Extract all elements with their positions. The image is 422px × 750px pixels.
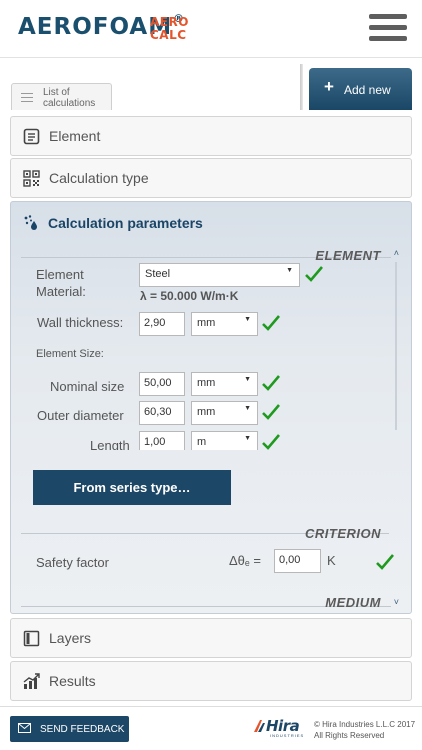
element-material-label: Element Material:: [36, 267, 86, 299]
drops-icon: [24, 215, 37, 230]
chevron-down-icon[interactable]: ˅: [394, 597, 399, 607]
section-calculation-type-label: Calculation type: [49, 170, 149, 186]
wall-thickness-input[interactable]: 2,90: [139, 312, 185, 336]
send-feedback-label: SEND FEEDBACK: [40, 724, 125, 735]
criterion-section-title: CRITERION: [305, 526, 381, 541]
outer-diameter-input[interactable]: 60,30: [139, 401, 185, 425]
app-header: AEROFOAM® AERO CALC: [0, 0, 422, 58]
footer-divider: [0, 706, 422, 707]
nominal-size-input[interactable]: 50,00: [139, 372, 185, 396]
length-unit-value: m: [197, 436, 207, 448]
length-input[interactable]: 1,00: [139, 431, 185, 450]
outer-diameter-unit-value: mm: [197, 406, 216, 418]
qr-grid-icon: [23, 170, 40, 187]
dropdown-arrow-icon: ▼: [286, 267, 293, 274]
nominal-size-label: Nominal size: [50, 379, 125, 394]
section-results-label: Results: [49, 673, 96, 689]
hira-industries-logo: Hira INDUSTRIES: [253, 717, 309, 741]
outer-diameter-label: Outer diameter: [37, 408, 124, 423]
dropdown-arrow-icon: ▼: [244, 376, 251, 383]
delta-theta-input[interactable]: 0,00: [274, 549, 321, 573]
nominal-size-unit-select[interactable]: mm ▼: [191, 372, 258, 396]
wall-thickness-unit-value: mm: [197, 317, 216, 329]
length-label: Length: [90, 438, 130, 450]
element-material-select[interactable]: Steel ▼: [139, 263, 300, 287]
checkmark-icon: [305, 266, 323, 282]
document-icon: [23, 128, 40, 145]
section-results[interactable]: Results: [10, 661, 412, 701]
envelope-icon: [18, 723, 31, 733]
checkmark-icon: [262, 315, 280, 331]
send-feedback-button[interactable]: SEND FEEDBACK: [10, 716, 129, 742]
length-unit-select[interactable]: m ▼: [191, 431, 258, 450]
calculation-parameters-title: Calculation parameters: [48, 215, 203, 231]
medium-section-title: MEDIUM: [325, 595, 381, 610]
checkmark-icon: [262, 434, 280, 450]
element-scrollbar[interactable]: [395, 262, 397, 430]
add-new-label: Add new: [344, 83, 391, 97]
wall-thickness-unit-select[interactable]: mm ▼: [191, 312, 258, 336]
lambda-value: λ = 50.000 W/m·K: [140, 289, 239, 303]
section-calculation-type[interactable]: Calculation type: [10, 158, 412, 198]
dropdown-arrow-icon: ▼: [244, 435, 251, 442]
hamburger-menu-icon[interactable]: [369, 14, 407, 46]
outer-diameter-unit-select[interactable]: mm ▼: [191, 401, 258, 425]
plus-icon: +: [324, 77, 334, 96]
chevron-up-icon[interactable]: ˄: [394, 248, 399, 258]
element-section-title: ELEMENT: [315, 248, 381, 263]
checkmark-icon: [262, 404, 280, 420]
logo-text: AEROFOAM: [18, 14, 173, 40]
section-layers-label: Layers: [49, 630, 92, 646]
list-tab-label: List of calculations: [43, 87, 96, 109]
delta-theta-unit: K: [327, 553, 336, 568]
element-size-label: Element Size:: [36, 348, 104, 360]
add-new-button[interactable]: + Add new: [309, 68, 412, 110]
checkmark-icon: [262, 375, 280, 391]
section-element[interactable]: Element: [10, 116, 412, 156]
length-row-clip: Length 1,00 m ▼: [11, 428, 391, 450]
toolbar-divider: [300, 64, 303, 110]
delta-theta-label: Δθₑ =: [229, 553, 261, 568]
checkmark-icon: [376, 554, 394, 570]
hira-mark-icon: [254, 720, 265, 732]
list-icon: [21, 93, 33, 105]
wall-thickness-label: Wall thickness:: [37, 315, 124, 330]
layers-icon: [23, 630, 40, 647]
dropdown-arrow-icon: ▼: [244, 405, 251, 412]
safety-factor-label: Safety factor: [36, 555, 109, 570]
logo-sub-line2: CALC: [150, 28, 187, 42]
from-series-type-button[interactable]: From series type…: [33, 470, 231, 505]
copyright-text: © Hira Industries L.L.C 2017 All Rights …: [314, 720, 416, 740]
section-element-label: Element: [49, 128, 101, 144]
element-material-value: Steel: [145, 268, 171, 280]
hira-logo-subtext: INDUSTRIES: [270, 733, 305, 738]
list-of-calculations-tab[interactable]: List of calculations: [11, 83, 112, 110]
section-layers[interactable]: Layers: [10, 618, 412, 658]
aerocalc-logo: AERO CALC: [150, 16, 189, 42]
calculation-parameters-panel: Calculation parameters ELEMENT ˄ Element…: [10, 201, 412, 614]
nominal-size-unit-value: mm: [197, 377, 216, 389]
dropdown-arrow-icon: ▼: [244, 316, 251, 323]
chart-icon: [23, 673, 40, 689]
